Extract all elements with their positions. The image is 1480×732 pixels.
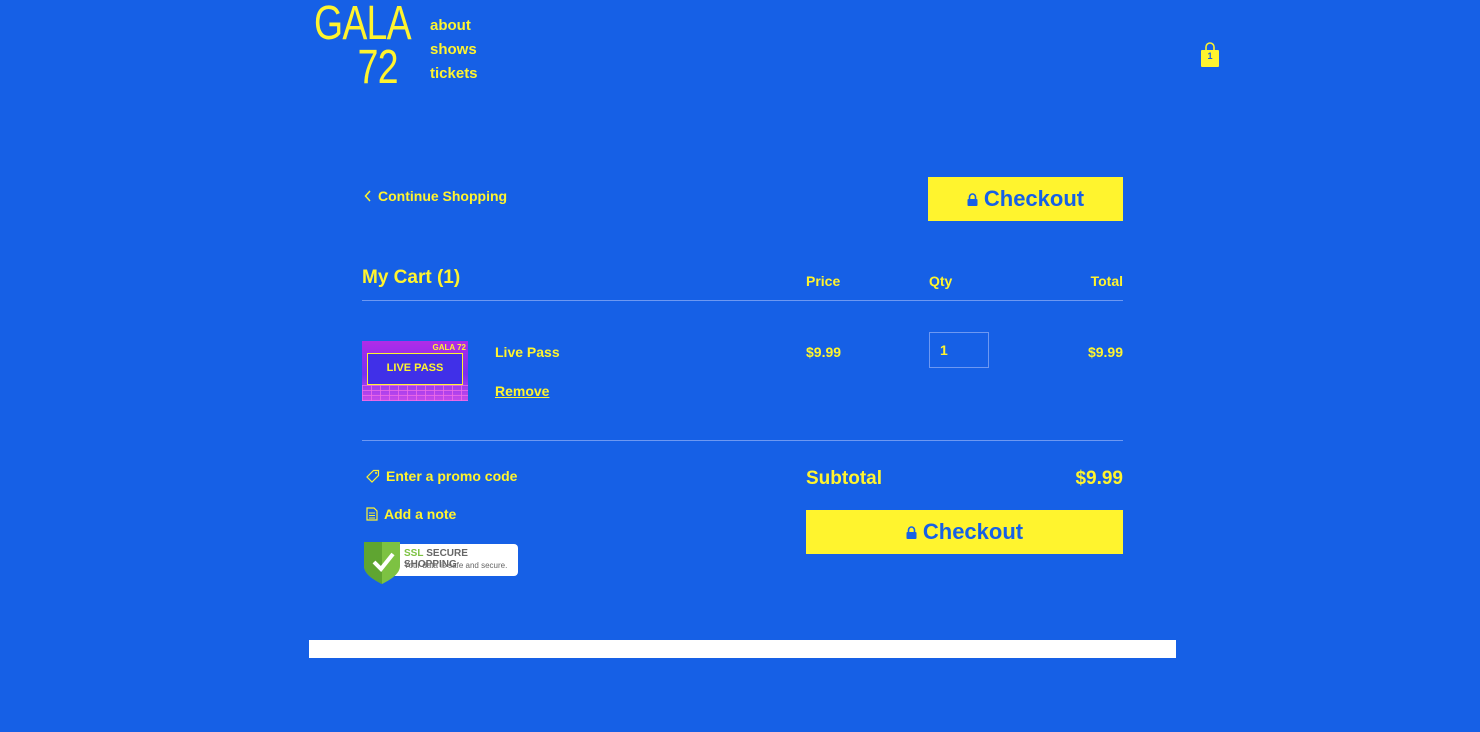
remove-item-link[interactable]: Remove xyxy=(495,383,549,399)
thumbnail-panel: LIVE PASS xyxy=(367,353,463,385)
quantity-input[interactable] xyxy=(929,332,989,368)
ssl-secure-badge: SSL SECURE SHOPPING Your data is safe an… xyxy=(362,540,519,584)
continue-shopping-link[interactable]: Continue Shopping xyxy=(364,188,507,204)
item-name[interactable]: Live Pass xyxy=(495,344,560,360)
note-icon xyxy=(366,507,378,521)
checkout-label: Checkout xyxy=(922,519,1024,544)
tag-icon xyxy=(366,469,380,483)
item-price: $9.99 xyxy=(806,344,842,360)
ssl-badge-ssl: SSL xyxy=(404,548,424,559)
promo-code-label: Enter a promo code xyxy=(386,468,518,484)
nav-item-tickets[interactable]: tickets xyxy=(430,62,478,86)
thumbnail-title: LIVE PASS xyxy=(386,362,444,374)
add-note-label: Add a note xyxy=(384,506,457,522)
column-header-price: Price xyxy=(806,273,841,289)
column-header-qty: Qty xyxy=(929,273,953,289)
thumbnail-logo: GALA 72 xyxy=(432,343,467,352)
thumbnail-grid-decoration xyxy=(362,385,468,401)
shield-check-icon xyxy=(364,542,400,584)
divider xyxy=(362,300,1123,301)
lock-icon xyxy=(906,525,917,539)
nav-item-about[interactable]: about xyxy=(430,14,478,38)
cart-count: 1 xyxy=(1207,51,1213,61)
cart-title: My Cart (1) xyxy=(362,267,461,288)
continue-shopping-label: Continue Shopping xyxy=(378,188,508,204)
footer-strip xyxy=(309,640,1176,658)
logo-line-1: GALA xyxy=(314,0,412,50)
product-thumbnail[interactable]: LIVE PASS GALA 72 xyxy=(362,341,468,401)
lock-icon xyxy=(967,192,978,206)
subtotal-label: Subtotal xyxy=(806,468,882,489)
divider xyxy=(362,440,1123,441)
ssl-badge-subtitle: Your data is safe and secure. xyxy=(404,561,508,570)
chevron-left-icon xyxy=(364,190,371,202)
site-logo[interactable]: GALA 72 xyxy=(314,0,412,94)
checkout-button-top[interactable]: Checkout xyxy=(928,177,1123,221)
main-nav: about shows tickets xyxy=(430,14,478,86)
add-note-link[interactable]: Add a note xyxy=(366,506,456,522)
cart-button[interactable]: 1 xyxy=(1200,42,1220,68)
logo-line-2: 72 xyxy=(357,41,399,94)
item-total: $9.99 xyxy=(1087,344,1123,360)
promo-code-link[interactable]: Enter a promo code xyxy=(366,468,517,484)
nav-item-shows[interactable]: shows xyxy=(430,38,478,62)
column-header-total: Total xyxy=(1090,273,1123,289)
subtotal-value: $9.99 xyxy=(1075,468,1123,489)
checkout-label: Checkout xyxy=(983,186,1085,211)
checkout-button-bottom[interactable]: Checkout xyxy=(806,510,1123,554)
